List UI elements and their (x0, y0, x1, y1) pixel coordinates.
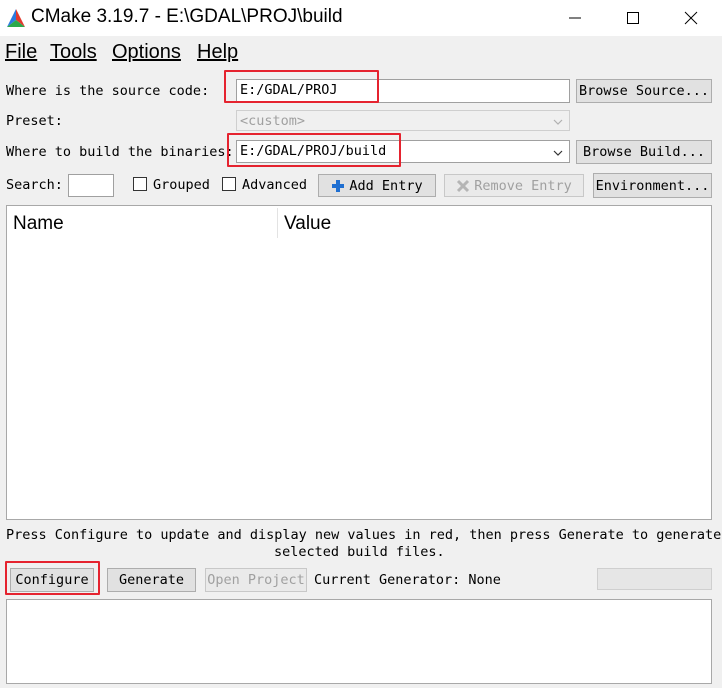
remove-icon (456, 179, 470, 193)
menu-file[interactable]: File (5, 41, 37, 64)
browse-build-button[interactable]: Browse Build... (576, 140, 712, 164)
build-label: Where to build the binaries: (6, 144, 234, 160)
info-text-line2: selected build files. (274, 544, 445, 560)
column-divider (277, 208, 278, 238)
search-input[interactable] (68, 174, 114, 197)
minimize-button[interactable] (552, 0, 598, 36)
menu-bar (0, 36, 722, 68)
build-highlight (227, 133, 401, 167)
grouped-checkbox[interactable] (133, 177, 147, 191)
progress-bar (597, 568, 712, 590)
close-button[interactable] (668, 0, 714, 36)
advanced-label: Advanced (242, 177, 308, 193)
table-header: Name Value (7, 206, 711, 240)
column-header-name[interactable]: Name (13, 213, 64, 235)
add-icon (331, 179, 345, 193)
variables-table[interactable]: Name Value (6, 205, 712, 520)
configure-highlight (5, 561, 100, 595)
open-project-button[interactable]: Open Project (205, 568, 307, 592)
search-label: Search: (6, 177, 63, 193)
maximize-button[interactable] (610, 0, 656, 36)
maximize-icon (627, 12, 639, 24)
preset-value: <custom> (240, 113, 306, 129)
source-label: Where is the source code: (6, 83, 210, 99)
column-header-value[interactable]: Value (284, 213, 331, 235)
minimize-icon (569, 17, 581, 19)
generate-button[interactable]: Generate (107, 568, 196, 592)
browse-source-button[interactable]: Browse Source... (576, 79, 712, 103)
menu-tools[interactable]: Tools (50, 41, 97, 64)
add-entry-button[interactable]: Add Entry (318, 174, 436, 197)
environment-button[interactable]: Environment... (593, 173, 712, 198)
menu-options[interactable]: Options (112, 41, 181, 64)
window-title: CMake 3.19.7 - E:\GDAL\PROJ\build (31, 6, 343, 27)
chevron-down-icon (553, 114, 563, 130)
close-icon (684, 11, 698, 25)
chevron-down-icon[interactable] (553, 145, 563, 162)
preset-select[interactable]: <custom> (236, 110, 570, 131)
preset-label: Preset: (6, 113, 63, 129)
current-generator-text: Current Generator: None (314, 572, 501, 588)
cmake-logo-icon (6, 8, 26, 28)
advanced-checkbox[interactable] (222, 177, 236, 191)
output-log[interactable] (6, 599, 712, 684)
info-text-line1: Press Configure to update and display ne… (6, 527, 722, 543)
source-highlight (224, 70, 379, 103)
grouped-label: Grouped (153, 177, 210, 193)
remove-entry-button[interactable]: Remove Entry (444, 174, 584, 197)
menu-help[interactable]: Help (197, 41, 238, 64)
